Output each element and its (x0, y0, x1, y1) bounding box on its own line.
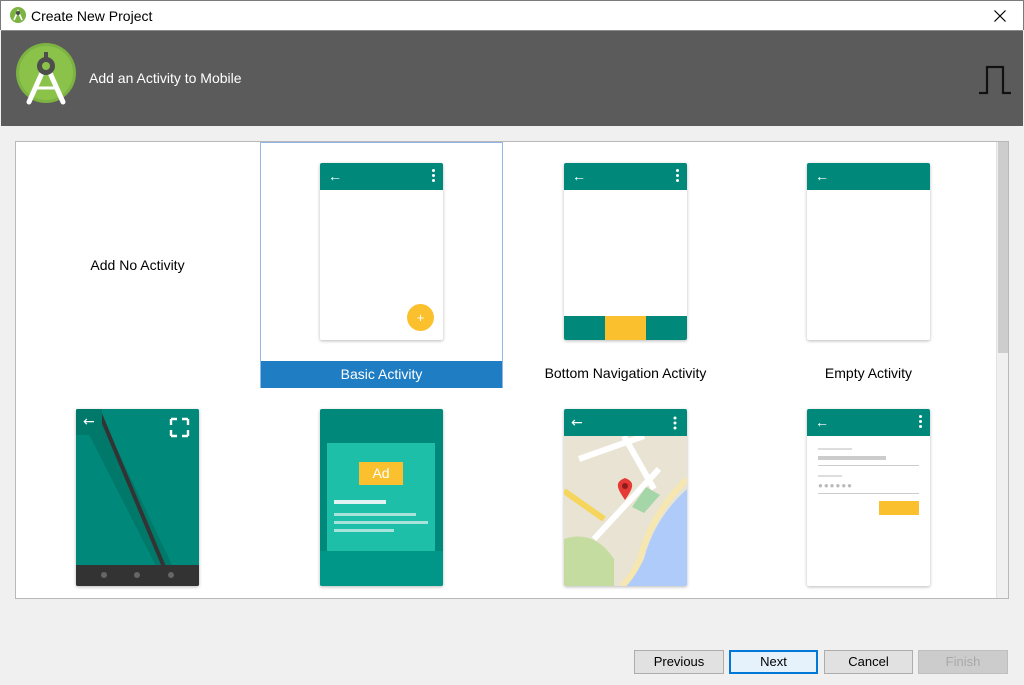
more-vert-icon (432, 169, 435, 183)
close-icon (994, 9, 1006, 22)
svg-text:←: ← (571, 415, 583, 431)
fullscreen-thumbnail: ← (76, 409, 199, 586)
maps-thumbnail: ← (564, 409, 687, 586)
ad-badge: Ad (359, 462, 403, 485)
banner-heading: Add an Activity to Mobile (89, 70, 242, 86)
template-bottom-navigation-activity[interactable]: ← Bottom Navigation Activity (504, 142, 747, 388)
android-studio-app-icon (10, 7, 26, 23)
back-arrow-icon: ← (572, 168, 586, 184)
more-vert-icon (676, 169, 679, 183)
template-login-activity[interactable]: ← ●●●●●● (747, 388, 990, 598)
header-banner: Add an Activity to Mobile (1, 30, 1023, 126)
template-label: Add No Activity (90, 257, 185, 273)
previous-button[interactable]: Previous (634, 650, 724, 674)
scrollbar-thumb[interactable] (998, 142, 1008, 353)
template-gallery: Add No Activity ← + Basic Activity ← Bot… (15, 141, 1009, 599)
admob-thumbnail: Ad (320, 409, 443, 586)
login-thumbnail: ← ●●●●●● (807, 409, 930, 586)
window-title: Create New Project (31, 8, 153, 24)
gallery-scrollbar[interactable] (996, 142, 1008, 598)
title-bar: Create New Project (0, 0, 1024, 30)
back-arrow-icon: ← (815, 414, 829, 430)
bottom-navigation-thumbnail: ← (564, 163, 687, 340)
back-arrow-icon: ← (815, 168, 829, 184)
next-button[interactable]: Next (729, 650, 818, 674)
template-fullscreen-activity[interactable]: ← (16, 388, 259, 598)
template-empty-activity[interactable]: ← Empty Activity (747, 142, 990, 388)
basic-activity-thumbnail: ← + (320, 163, 443, 340)
template-label: Bottom Navigation Activity (544, 365, 707, 381)
cancel-button[interactable]: Cancel (824, 650, 913, 674)
template-add-no-activity[interactable]: Add No Activity (16, 142, 259, 388)
template-label: Empty Activity (824, 365, 913, 381)
back-arrow-icon: ← (328, 168, 342, 184)
template-basic-activity[interactable]: ← + Basic Activity (260, 142, 503, 388)
android-studio-logo (16, 43, 76, 105)
finish-button: Finish (918, 650, 1008, 674)
template-label: Basic Activity (261, 361, 502, 388)
svg-text:←: ← (83, 414, 95, 430)
more-vert-icon (919, 415, 922, 429)
template-maps-activity[interactable]: ← (504, 388, 747, 598)
template-admob-activity[interactable]: Ad (260, 388, 503, 598)
close-button[interactable] (977, 1, 1023, 30)
dialog-footer: Previous Next Cancel Finish (0, 640, 1024, 685)
empty-activity-thumbnail: ← (807, 163, 930, 340)
form-factor-icon (979, 65, 1011, 95)
fab-add-icon: + (407, 304, 434, 331)
